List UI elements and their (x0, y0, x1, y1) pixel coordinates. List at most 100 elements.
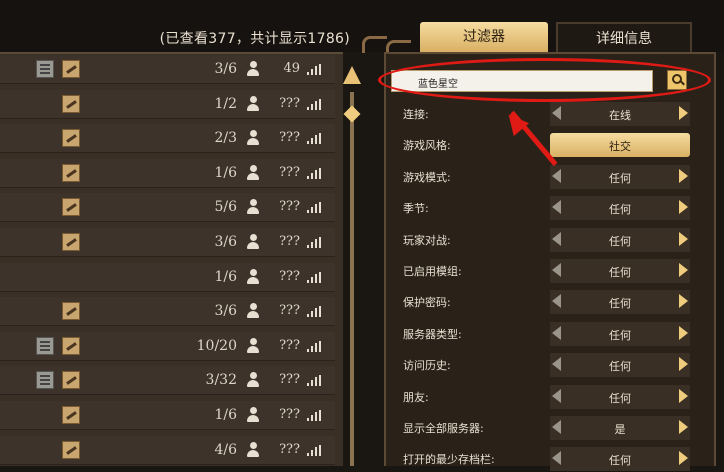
arrow-right-icon[interactable] (679, 106, 688, 120)
ping-value: ??? (279, 337, 300, 353)
filter-row: 连接: 在线 (392, 100, 700, 127)
filter-row: 显示全部服务器: 是 (392, 414, 700, 441)
mods-wrench-icon (62, 233, 80, 251)
player-count: 10/20 (196, 337, 237, 354)
mods-wrench-icon (62, 336, 80, 355)
filter-selector[interactable]: 在线 (550, 102, 690, 126)
filter-selector[interactable]: 任何 (550, 353, 690, 378)
filter-selector[interactable]: 任何 (550, 321, 690, 346)
arrow-left-icon[interactable] (552, 263, 561, 277)
server-row[interactable]: 3/6??? (0, 297, 335, 327)
filter-value: 任何 (609, 360, 631, 374)
filter-label: 访问历史: (403, 359, 451, 373)
filter-selector[interactable]: 任何 (550, 164, 690, 189)
filter-selector[interactable]: 任何 (550, 447, 690, 472)
scroll-track[interactable] (350, 92, 354, 466)
ping-value: ??? (279, 164, 300, 180)
player-count: 3/6 (214, 61, 237, 77)
filter-label: 打开的最少存档栏: (403, 453, 495, 467)
ping-value: ??? (279, 372, 300, 388)
arrow-right-icon[interactable] (679, 451, 688, 466)
filter-selector[interactable]: 是 (550, 416, 690, 440)
arrow-left-icon[interactable] (552, 294, 561, 309)
mods-wrench-icon (62, 371, 80, 390)
filter-row: 打开的最少存档栏: 任何 (392, 445, 700, 472)
filter-label: 服务器类型: (403, 327, 462, 341)
ping-value: ??? (279, 95, 300, 111)
player-count: 4/6 (214, 441, 237, 458)
person-icon (247, 199, 259, 215)
arrow-left-icon[interactable] (552, 420, 561, 434)
server-row[interactable]: 1/6??? (0, 262, 335, 292)
filter-selector[interactable]: 任何 (550, 227, 690, 252)
signal-bars-icon (307, 444, 321, 456)
filter-label: 保护密码: (403, 296, 451, 310)
filter-value: 任何 (609, 391, 631, 405)
server-row[interactable]: 10/20??? (0, 331, 335, 361)
arrow-right-icon[interactable] (679, 388, 688, 403)
server-row[interactable]: 2/3??? (0, 124, 335, 154)
arrow-right-icon[interactable] (679, 294, 688, 309)
server-row[interactable]: 1/6??? (0, 401, 335, 430)
server-row[interactable]: 1/2??? (0, 89, 335, 119)
scroll-up-arrow-icon[interactable] (343, 66, 361, 84)
filter-selector[interactable]: 任何 (550, 290, 690, 315)
ping-value: 49 (283, 61, 300, 76)
filter-row: 已启用模组: 任何 (392, 257, 700, 284)
person-icon (247, 303, 259, 319)
arrow-right-icon[interactable] (679, 168, 688, 183)
mods-wrench-icon (62, 129, 80, 148)
signal-bars-icon (307, 340, 321, 352)
server-row[interactable]: 1/6??? (0, 158, 335, 188)
server-row[interactable]: 3/32??? (0, 366, 335, 396)
filter-row: 朋友: 任何 (392, 383, 700, 410)
arrow-right-icon[interactable] (679, 263, 688, 277)
arrow-left-icon[interactable] (552, 357, 561, 372)
signal-bars-icon (307, 98, 321, 110)
filter-selector[interactable]: 任何 (550, 384, 690, 409)
arrow-left-icon[interactable] (552, 231, 561, 246)
player-count: 1/6 (214, 407, 237, 423)
tab-details[interactable]: 详细信息 (556, 22, 692, 52)
arrow-left-icon[interactable] (552, 388, 561, 403)
arrow-right-icon[interactable] (679, 200, 688, 215)
arrow-left-icon[interactable] (552, 106, 561, 120)
arrow-right-icon[interactable] (679, 231, 688, 246)
arrow-right-icon[interactable] (679, 325, 688, 340)
arrow-left-icon[interactable] (552, 168, 561, 183)
highlight-ellipse (378, 58, 711, 102)
person-icon (247, 337, 259, 354)
server-row[interactable]: 3/6??? (0, 228, 335, 257)
arrow-left-icon[interactable] (552, 200, 561, 215)
filter-selector[interactable]: 任何 (550, 259, 690, 283)
ping-value: ??? (279, 268, 300, 284)
filter-label: 显示全部服务器: (403, 422, 484, 435)
filter-row: 游戏模式: 任何 (392, 163, 700, 190)
filter-row: 保护密码: 任何 (392, 288, 700, 315)
tab-filters[interactable]: 过滤器 (420, 22, 548, 52)
arrow-right-icon[interactable] (679, 357, 688, 372)
filter-value: 任何 (609, 328, 631, 342)
server-row[interactable]: 3/6 49 (0, 55, 335, 84)
arrow-left-icon[interactable] (552, 325, 561, 340)
mods-wrench-icon (62, 302, 80, 321)
filter-label: 季节: (403, 202, 429, 216)
signal-bars-icon (307, 306, 321, 318)
player-count: 1/6 (214, 268, 237, 285)
arrow-right-icon[interactable] (679, 420, 688, 434)
scroll-thumb[interactable] (343, 105, 361, 123)
signal-bars-icon (307, 167, 321, 179)
player-count: 1/2 (214, 95, 237, 112)
arrow-left-icon[interactable] (552, 451, 561, 466)
filter-selector[interactable]: 社交 (550, 133, 690, 158)
ping-value: ??? (279, 441, 300, 457)
filter-value: 任何 (609, 297, 631, 311)
server-row[interactable]: 5/6??? (0, 193, 335, 223)
person-icon (247, 61, 259, 77)
person-icon (247, 95, 259, 112)
filter-selector[interactable]: 任何 (550, 196, 690, 221)
signal-bars-icon (307, 410, 321, 421)
corner-ornament-left (362, 36, 387, 53)
server-row[interactable]: 4/6??? (0, 435, 335, 465)
scrollbar[interactable] (343, 52, 361, 466)
